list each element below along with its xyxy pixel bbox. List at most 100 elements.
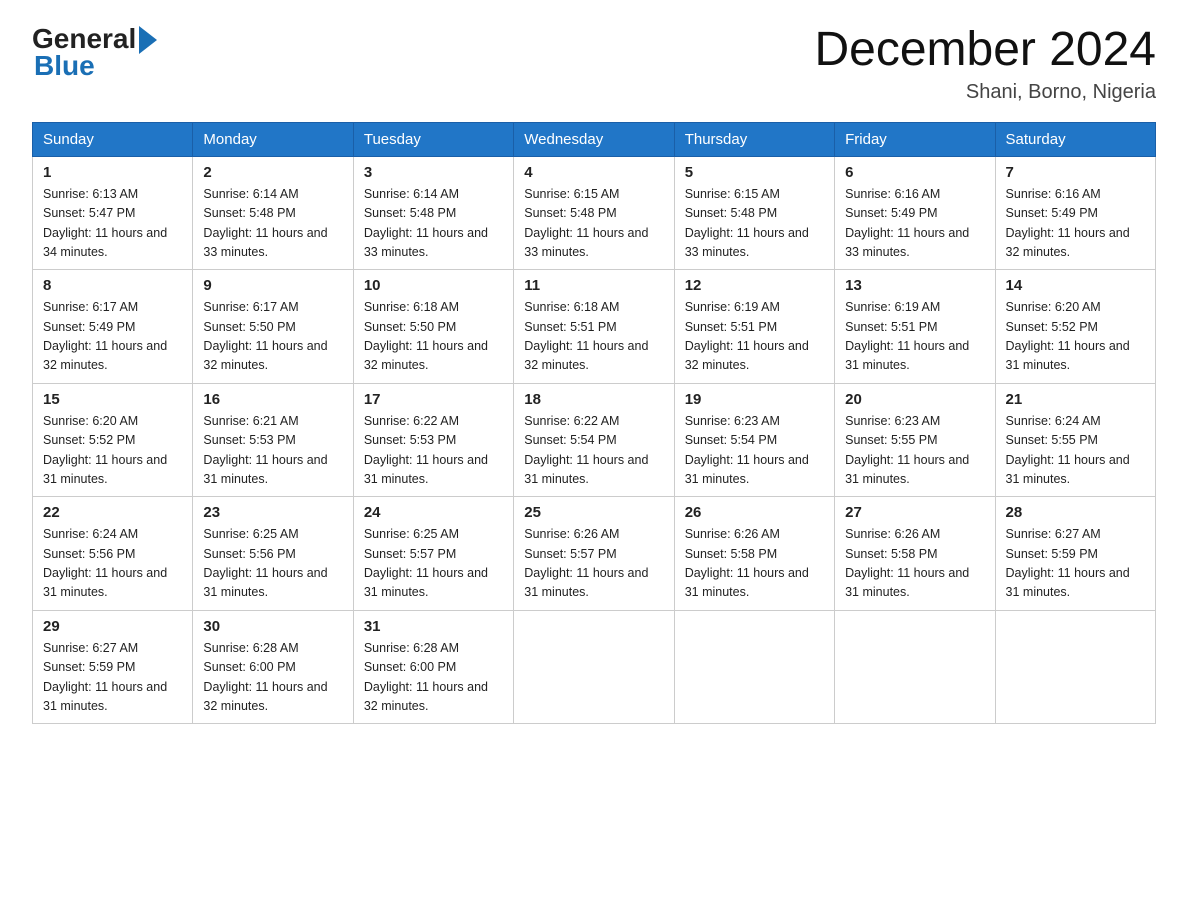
- day-number: 9: [203, 277, 342, 294]
- title-block: December 2024 Shani, Borno, Nigeria: [814, 24, 1156, 104]
- calendar-cell: 26 Sunrise: 6:26 AMSunset: 5:58 PMDayligh…: [674, 497, 834, 611]
- calendar-cell: 2 Sunrise: 6:14 AMSunset: 5:48 PMDaylight…: [193, 156, 353, 270]
- weekday-header-row: SundayMondayTuesdayWednesdayThursdayFrid…: [33, 122, 1156, 156]
- calendar-cell: 18 Sunrise: 6:22 AMSunset: 5:54 PMDayligh…: [514, 383, 674, 497]
- calendar-cell: 8Sunrise: 6:17 AMSunset: 5:49 PMDaylight…: [33, 270, 193, 384]
- calendar-week-row: 8Sunrise: 6:17 AMSunset: 5:49 PMDaylight…: [33, 270, 1156, 384]
- day-detail: Sunrise: 6:27 AMSunset: 5:59 PMDaylight:…: [43, 639, 182, 717]
- day-number: 20: [845, 391, 984, 408]
- day-detail: Sunrise: 6:18 AMSunset: 5:50 PMDaylight:…: [364, 298, 503, 376]
- calendar-cell: 13 Sunrise: 6:19 AMSunset: 5:51 PMDayligh…: [835, 270, 995, 384]
- calendar-cell: [674, 610, 834, 724]
- day-detail: Sunrise: 6:16 AMSunset: 5:49 PMDaylight:…: [845, 185, 984, 263]
- day-number: 14: [1006, 277, 1145, 294]
- day-detail: Sunrise: 6:14 AMSunset: 5:48 PMDaylight:…: [203, 185, 342, 263]
- calendar-cell: 14 Sunrise: 6:20 AMSunset: 5:52 PMDayligh…: [995, 270, 1155, 384]
- day-detail: Sunrise: 6:22 AMSunset: 5:54 PMDaylight:…: [524, 412, 663, 490]
- calendar-table: SundayMondayTuesdayWednesdayThursdayFrid…: [32, 122, 1156, 725]
- day-number: 2: [203, 164, 342, 181]
- day-number: 23: [203, 504, 342, 521]
- calendar-cell: 30Sunrise: 6:28 AMSunset: 6:00 PMDayligh…: [193, 610, 353, 724]
- day-detail: Sunrise: 6:26 AMSunset: 5:57 PMDaylight:…: [524, 525, 663, 603]
- calendar-cell: 24 Sunrise: 6:25 AMSunset: 5:57 PMDayligh…: [353, 497, 513, 611]
- calendar-week-row: 15Sunrise: 6:20 AMSunset: 5:52 PMDayligh…: [33, 383, 1156, 497]
- calendar-cell: 23 Sunrise: 6:25 AMSunset: 5:56 PMDayligh…: [193, 497, 353, 611]
- calendar-cell: 1 Sunrise: 6:13 AMSunset: 5:47 PMDaylight…: [33, 156, 193, 270]
- day-number: 21: [1006, 391, 1145, 408]
- day-detail: Sunrise: 6:16 AMSunset: 5:49 PMDaylight:…: [1006, 185, 1145, 263]
- calendar-cell: 21 Sunrise: 6:24 AMSunset: 5:55 PMDayligh…: [995, 383, 1155, 497]
- day-number: 26: [685, 504, 824, 521]
- calendar-cell: 3 Sunrise: 6:14 AMSunset: 5:48 PMDaylight…: [353, 156, 513, 270]
- logo-general-text: General: [32, 25, 136, 53]
- calendar-cell: 19Sunrise: 6:23 AMSunset: 5:54 PMDayligh…: [674, 383, 834, 497]
- calendar-cell: [514, 610, 674, 724]
- day-number: 18: [524, 391, 663, 408]
- calendar-cell: 28Sunrise: 6:27 AMSunset: 5:59 PMDayligh…: [995, 497, 1155, 611]
- day-detail: Sunrise: 6:24 AMSunset: 5:56 PMDaylight:…: [43, 525, 182, 603]
- calendar-cell: 11Sunrise: 6:18 AMSunset: 5:51 PMDayligh…: [514, 270, 674, 384]
- calendar-cell: 12Sunrise: 6:19 AMSunset: 5:51 PMDayligh…: [674, 270, 834, 384]
- calendar-cell: 17 Sunrise: 6:22 AMSunset: 5:53 PMDayligh…: [353, 383, 513, 497]
- calendar-cell: 29Sunrise: 6:27 AMSunset: 5:59 PMDayligh…: [33, 610, 193, 724]
- day-detail: Sunrise: 6:13 AMSunset: 5:47 PMDaylight:…: [43, 185, 182, 263]
- day-detail: Sunrise: 6:17 AMSunset: 5:49 PMDaylight:…: [43, 298, 182, 376]
- calendar-week-row: 29Sunrise: 6:27 AMSunset: 5:59 PMDayligh…: [33, 610, 1156, 724]
- day-detail: Sunrise: 6:15 AMSunset: 5:48 PMDaylight:…: [685, 185, 824, 263]
- day-detail: Sunrise: 6:25 AMSunset: 5:57 PMDaylight:…: [364, 525, 503, 603]
- day-detail: Sunrise: 6:19 AMSunset: 5:51 PMDaylight:…: [845, 298, 984, 376]
- day-number: 19: [685, 391, 824, 408]
- day-number: 1: [43, 164, 182, 181]
- day-detail: Sunrise: 6:20 AMSunset: 5:52 PMDaylight:…: [1006, 298, 1145, 376]
- day-detail: Sunrise: 6:21 AMSunset: 5:53 PMDaylight:…: [203, 412, 342, 490]
- weekday-header-monday: Monday: [193, 122, 353, 156]
- day-detail: Sunrise: 6:26 AMSunset: 5:58 PMDaylight:…: [845, 525, 984, 603]
- calendar-cell: 4Sunrise: 6:15 AMSunset: 5:48 PMDaylight…: [514, 156, 674, 270]
- day-detail: Sunrise: 6:17 AMSunset: 5:50 PMDaylight:…: [203, 298, 342, 376]
- day-detail: Sunrise: 6:27 AMSunset: 5:59 PMDaylight:…: [1006, 525, 1145, 603]
- calendar-cell: 10 Sunrise: 6:18 AMSunset: 5:50 PMDayligh…: [353, 270, 513, 384]
- calendar-week-row: 22 Sunrise: 6:24 AMSunset: 5:56 PMDayligh…: [33, 497, 1156, 611]
- calendar-cell: 22 Sunrise: 6:24 AMSunset: 5:56 PMDayligh…: [33, 497, 193, 611]
- location-subtitle: Shani, Borno, Nigeria: [814, 81, 1156, 104]
- logo: General Blue: [32, 24, 157, 82]
- weekday-header-saturday: Saturday: [995, 122, 1155, 156]
- logo-blue-text: Blue: [34, 50, 95, 82]
- weekday-header-friday: Friday: [835, 122, 995, 156]
- day-detail: Sunrise: 6:20 AMSunset: 5:52 PMDaylight:…: [43, 412, 182, 490]
- day-detail: Sunrise: 6:23 AMSunset: 5:55 PMDaylight:…: [845, 412, 984, 490]
- calendar-cell: 25Sunrise: 6:26 AMSunset: 5:57 PMDayligh…: [514, 497, 674, 611]
- day-number: 5: [685, 164, 824, 181]
- day-number: 30: [203, 618, 342, 635]
- day-number: 24: [364, 504, 503, 521]
- day-detail: Sunrise: 6:26 AMSunset: 5:58 PMDaylight:…: [685, 525, 824, 603]
- day-detail: Sunrise: 6:14 AMSunset: 5:48 PMDaylight:…: [364, 185, 503, 263]
- calendar-cell: 6 Sunrise: 6:16 AMSunset: 5:49 PMDaylight…: [835, 156, 995, 270]
- day-detail: Sunrise: 6:24 AMSunset: 5:55 PMDaylight:…: [1006, 412, 1145, 490]
- day-detail: Sunrise: 6:15 AMSunset: 5:48 PMDaylight:…: [524, 185, 663, 263]
- day-number: 3: [364, 164, 503, 181]
- calendar-week-row: 1 Sunrise: 6:13 AMSunset: 5:47 PMDaylight…: [33, 156, 1156, 270]
- day-detail: Sunrise: 6:25 AMSunset: 5:56 PMDaylight:…: [203, 525, 342, 603]
- day-number: 31: [364, 618, 503, 635]
- day-number: 22: [43, 504, 182, 521]
- calendar-cell: 15Sunrise: 6:20 AMSunset: 5:52 PMDayligh…: [33, 383, 193, 497]
- day-number: 17: [364, 391, 503, 408]
- weekday-header-sunday: Sunday: [33, 122, 193, 156]
- day-number: 16: [203, 391, 342, 408]
- month-year-title: December 2024: [814, 24, 1156, 77]
- logo-arrow-icon: [139, 26, 157, 54]
- calendar-cell: 9 Sunrise: 6:17 AMSunset: 5:50 PMDaylight…: [193, 270, 353, 384]
- day-detail: Sunrise: 6:28 AMSunset: 6:00 PMDaylight:…: [364, 639, 503, 717]
- calendar-body: 1 Sunrise: 6:13 AMSunset: 5:47 PMDaylight…: [33, 156, 1156, 724]
- day-number: 27: [845, 504, 984, 521]
- calendar-cell: 5 Sunrise: 6:15 AMSunset: 5:48 PMDaylight…: [674, 156, 834, 270]
- day-number: 7: [1006, 164, 1145, 181]
- calendar-cell: 20 Sunrise: 6:23 AMSunset: 5:55 PMDayligh…: [835, 383, 995, 497]
- weekday-header-tuesday: Tuesday: [353, 122, 513, 156]
- day-number: 10: [364, 277, 503, 294]
- day-number: 13: [845, 277, 984, 294]
- day-detail: Sunrise: 6:22 AMSunset: 5:53 PMDaylight:…: [364, 412, 503, 490]
- day-number: 6: [845, 164, 984, 181]
- calendar-cell: 16 Sunrise: 6:21 AMSunset: 5:53 PMDayligh…: [193, 383, 353, 497]
